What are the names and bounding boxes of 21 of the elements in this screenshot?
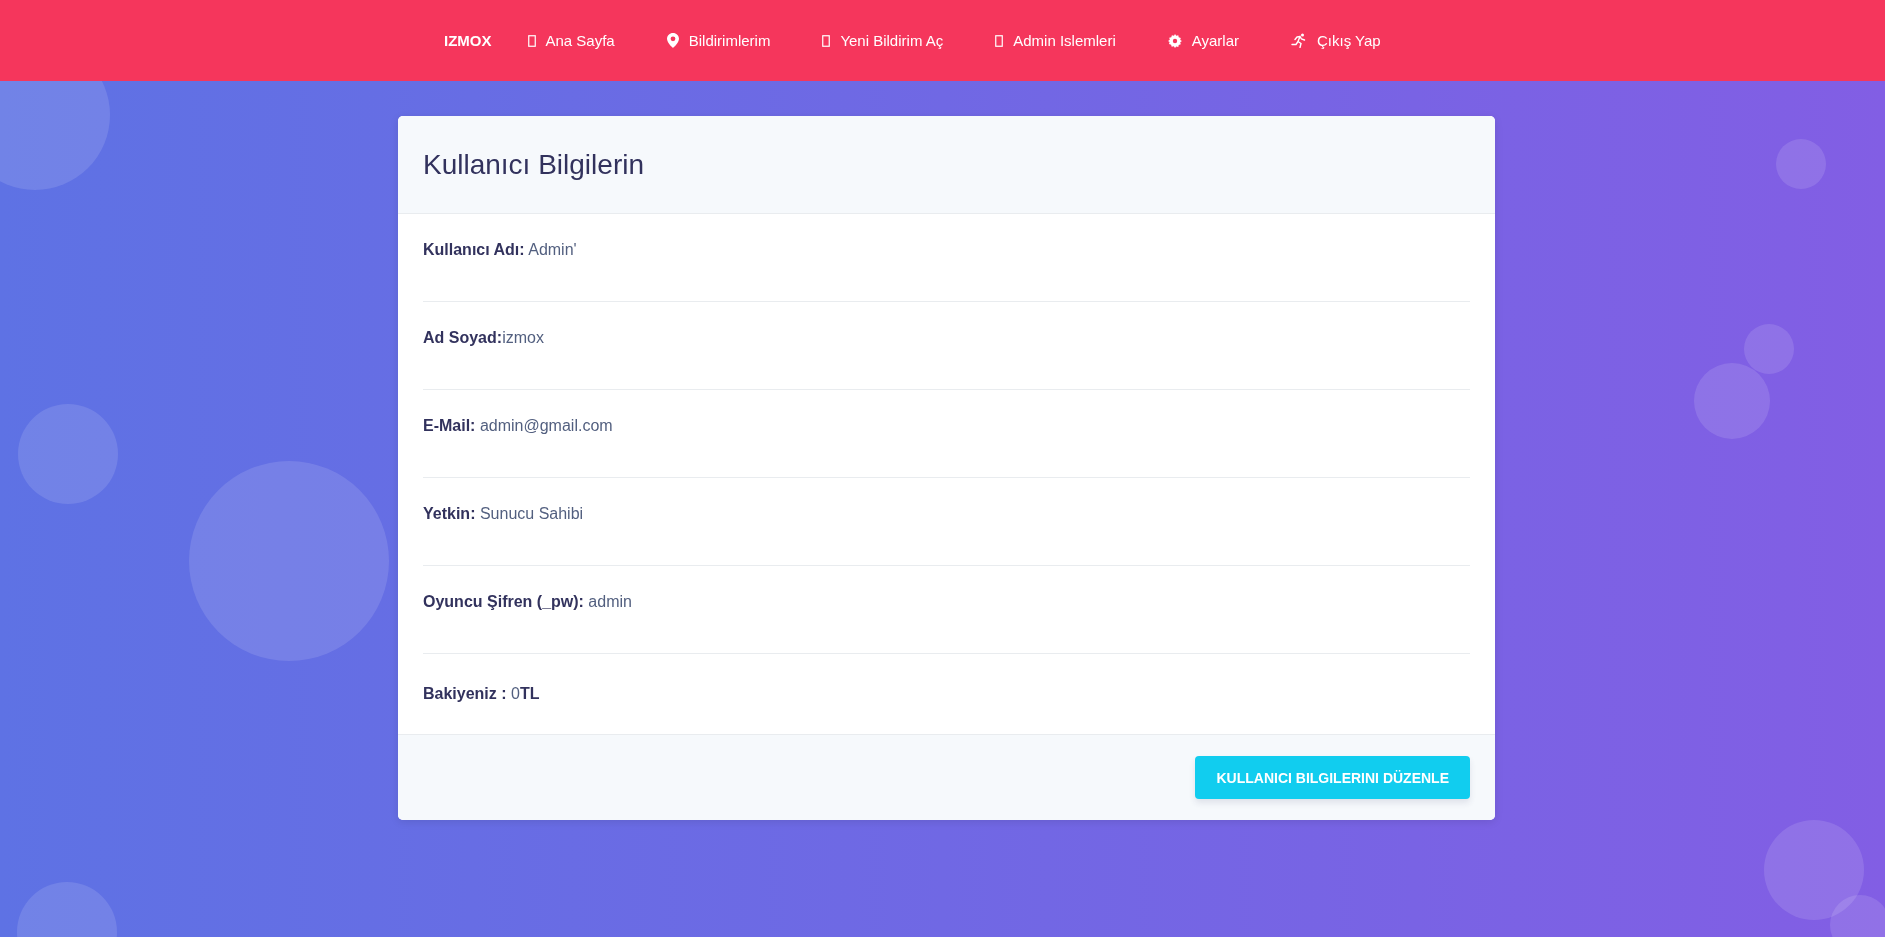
- missing-glyph-icon: [527, 34, 536, 47]
- settings-icon: [1167, 33, 1182, 48]
- nav-link[interactable]: Ayarlar: [1167, 32, 1239, 49]
- running-person-icon: [1291, 33, 1307, 48]
- nav-link[interactable]: Ana Sayfa: [527, 32, 615, 49]
- missing-glyph-icon: [822, 34, 831, 47]
- brand-link[interactable]: IZMOX: [444, 32, 492, 49]
- map-pin-icon: [666, 33, 679, 48]
- nav-link[interactable]: Çıkış Yap: [1291, 32, 1381, 49]
- nav-link[interactable]: Admin Islemleri: [995, 32, 1116, 49]
- missing-glyph-icon: [995, 34, 1004, 47]
- edit-user-info-button[interactable]: KULLANICI BILGILERINI DÜZENLE: [1195, 756, 1470, 799]
- info-row-text: Yetkin: Sunucu Sahibi: [423, 478, 1470, 566]
- card-title: Kullanıcı Bilgilerin: [423, 148, 644, 181]
- info-row-text: Oyuncu Şifren (_pw): admin: [423, 566, 1470, 654]
- info-row-text: Bakiyeniz : 0TL: [423, 684, 541, 704]
- nav-link[interactable]: Yeni Bildirim Aç: [822, 32, 944, 49]
- nav-link[interactable]: Bildirimlerim: [666, 32, 771, 49]
- info-row-text: E-Mail: admin@gmail.com: [423, 390, 1470, 478]
- info-row-text: Ad Soyad:izmox: [423, 302, 1470, 390]
- info-row-text: Kullanıcı Adı: Admin': [423, 214, 1470, 302]
